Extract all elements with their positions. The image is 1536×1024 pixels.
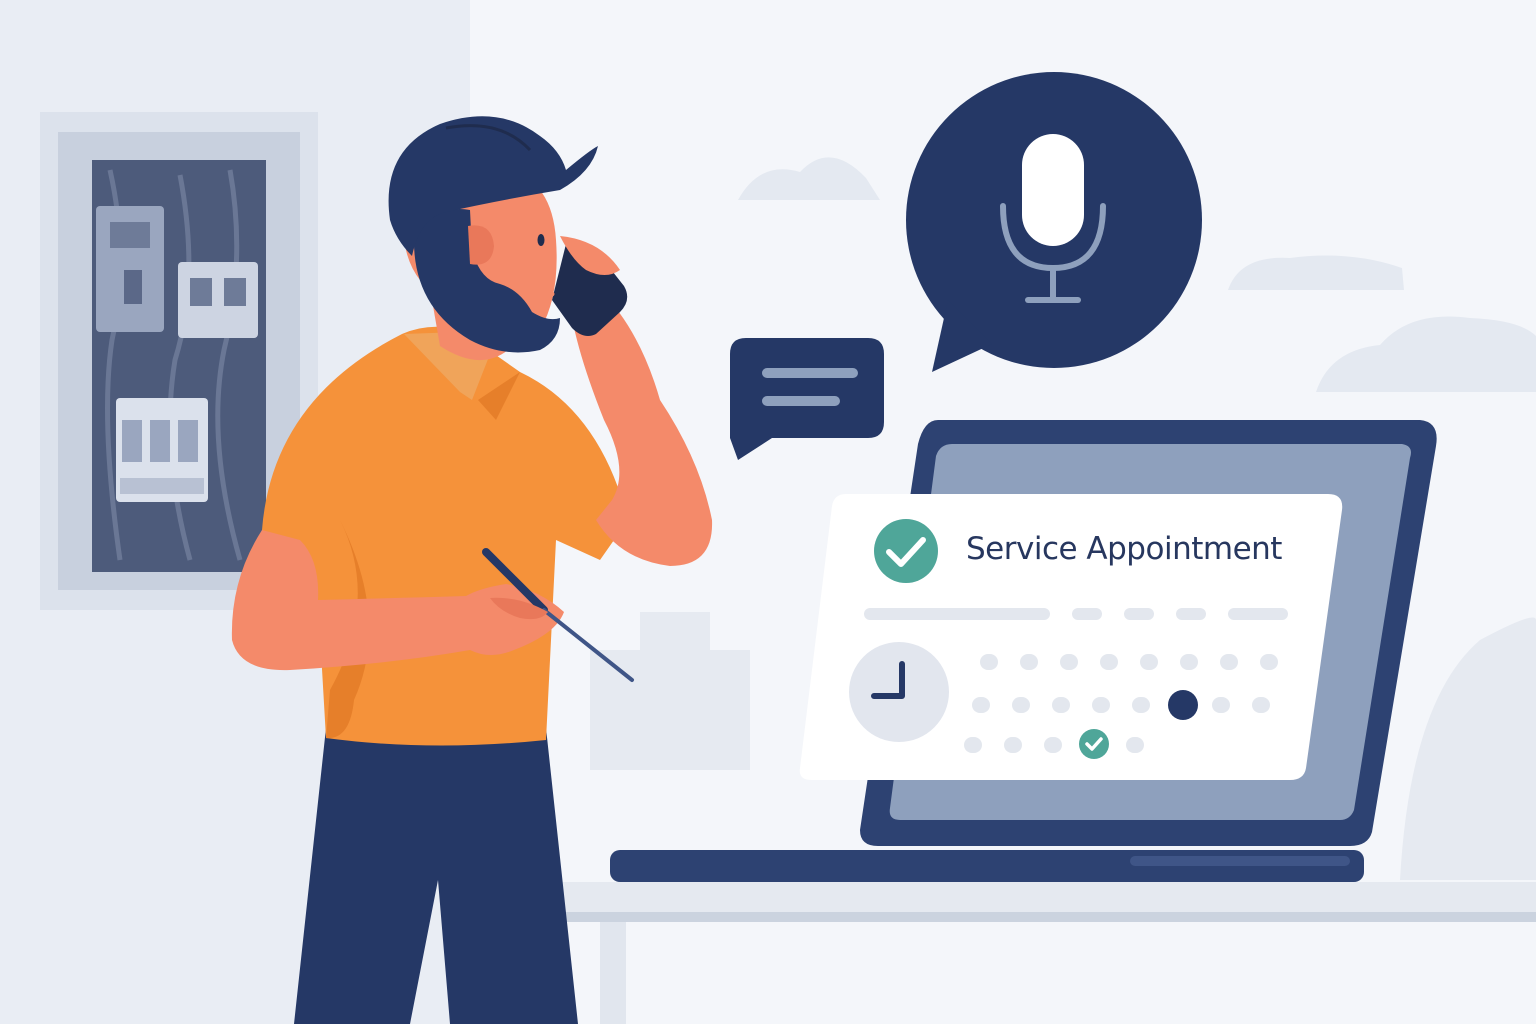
- illustration: [0, 0, 1536, 1024]
- text-line-placeholder: [864, 608, 1050, 620]
- text-line-placeholder: [1124, 608, 1154, 620]
- check-icon: [1079, 729, 1109, 759]
- text-line-placeholder: [1176, 608, 1206, 620]
- calendar-day-highlight: [1168, 690, 1198, 720]
- background-building: [640, 612, 710, 652]
- appointment-title: Service Appointment: [966, 531, 1282, 567]
- check-circle-icon: [874, 519, 938, 583]
- text-line-placeholder: [1072, 608, 1102, 620]
- clock-icon: [849, 642, 949, 742]
- text-line-placeholder: [1228, 608, 1288, 620]
